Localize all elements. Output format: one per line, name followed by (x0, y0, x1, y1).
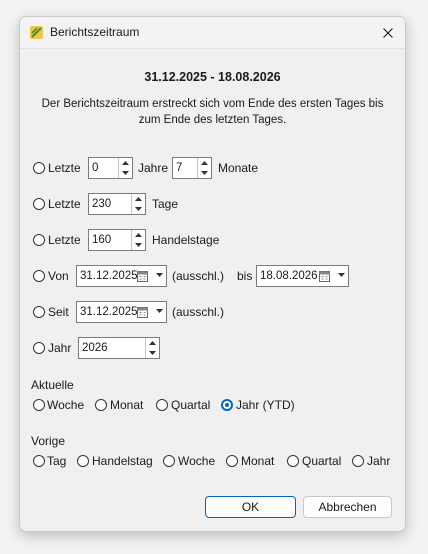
spin-down-icon[interactable] (119, 168, 132, 178)
description-line-1: Der Berichtszeitraum erstreckt sich vom … (41, 98, 384, 110)
months-spinner[interactable]: 7 (172, 157, 212, 179)
from-exclusive: (ausschl.) (172, 269, 225, 283)
label-year[interactable]: Jahr (48, 341, 71, 355)
previous-day-label[interactable]: Tag (47, 454, 66, 468)
since-date-picker[interactable]: 31.12.2025 (76, 301, 167, 323)
days-value[interactable]: 230 (92, 198, 111, 210)
close-icon (383, 27, 393, 38)
radio-current-quarter[interactable] (156, 399, 168, 411)
months-value[interactable]: 7 (176, 162, 182, 174)
from-date-picker[interactable]: 31.12.2025 (76, 265, 167, 287)
chevron-down-icon[interactable] (156, 309, 163, 313)
spin-up-icon[interactable] (146, 338, 159, 348)
current-week-label[interactable]: Woche (47, 398, 84, 412)
radio-previous-quarter[interactable] (287, 455, 299, 467)
previous-trading-day-label[interactable]: Handelstag (92, 454, 153, 468)
years-spinner[interactable]: 0 (88, 157, 133, 179)
label-to: bis (237, 269, 253, 283)
previous-year-label[interactable]: Jahr (367, 454, 390, 468)
to-date-value[interactable]: 18.08.2026 (260, 270, 318, 282)
spin-up-icon[interactable] (132, 230, 145, 240)
label-last-1[interactable]: Letzte (48, 161, 81, 175)
previous-month-label[interactable]: Monat (241, 454, 274, 468)
previous-section-title: Vorige (31, 434, 66, 448)
current-month-label[interactable]: Monat (110, 398, 143, 412)
radio-last-years-months[interactable] (33, 162, 45, 174)
to-date-picker[interactable]: 18.08.2026 (256, 265, 349, 287)
radio-current-month[interactable] (95, 399, 107, 411)
description-line-2: zum Ende des letzten Tages. (138, 114, 287, 126)
radio-previous-month[interactable] (226, 455, 238, 467)
period-heading: 31.12.2025 - 18.08.2026 (144, 70, 281, 84)
current-section-title: Aktuelle (31, 378, 74, 392)
radio-from-to[interactable] (33, 270, 45, 282)
from-date-value[interactable]: 31.12.2025 (80, 270, 138, 282)
period-description: Der Berichtszeitraum erstreckt sich vom … (30, 96, 395, 128)
radio-previous-week[interactable] (163, 455, 175, 467)
trading-days-spinner[interactable]: 160 (88, 229, 146, 251)
since-exclusive: (ausschl.) (172, 305, 225, 319)
app-icon (30, 26, 43, 39)
close-button[interactable] (371, 17, 405, 48)
calendar-icon[interactable] (319, 270, 330, 282)
dialog-window: Berichtszeitraum 31.12.2025 - 18.08.2026… (19, 16, 406, 532)
radio-previous-day[interactable] (33, 455, 45, 467)
previous-quarter-label[interactable]: Quartal (302, 454, 341, 468)
trading-days-unit: Handelstage (152, 233, 220, 247)
window-title: Berichtszeitraum (50, 25, 140, 39)
years-unit: Jahre (138, 161, 169, 175)
cancel-button[interactable]: Abbrechen (303, 496, 392, 518)
year-spinner[interactable]: 2026 (78, 337, 160, 359)
days-unit: Tage (152, 197, 179, 211)
spin-down-icon[interactable] (132, 204, 145, 214)
label-from[interactable]: Von (48, 269, 69, 283)
spin-up-icon[interactable] (132, 194, 145, 204)
current-quarter-label[interactable]: Quartal (171, 398, 210, 412)
spin-up-icon[interactable] (119, 158, 132, 168)
title-bar: Berichtszeitraum (20, 17, 405, 49)
since-date-value[interactable]: 31.12.2025 (80, 306, 138, 318)
calendar-icon[interactable] (137, 306, 148, 318)
year-value[interactable]: 2026 (82, 342, 108, 354)
label-last-3[interactable]: Letzte (48, 233, 81, 247)
radio-previous-trading-day[interactable] (77, 455, 89, 467)
calendar-icon[interactable] (137, 270, 148, 282)
current-year-ytd-label[interactable]: Jahr (YTD) (236, 398, 295, 412)
spin-down-icon[interactable] (198, 168, 211, 178)
months-unit: Monate (218, 161, 259, 175)
chevron-down-icon[interactable] (156, 273, 163, 277)
trading-days-value[interactable]: 160 (92, 234, 111, 246)
radio-previous-year[interactable] (352, 455, 364, 467)
previous-week-label[interactable]: Woche (178, 454, 215, 468)
days-spinner[interactable]: 230 (88, 193, 146, 215)
years-value[interactable]: 0 (92, 162, 98, 174)
label-last-2[interactable]: Letzte (48, 197, 81, 211)
spin-down-icon[interactable] (146, 348, 159, 358)
radio-current-year-ytd[interactable] (221, 399, 233, 411)
radio-last-days[interactable] (33, 198, 45, 210)
spin-up-icon[interactable] (198, 158, 211, 168)
radio-last-trading-days[interactable] (33, 234, 45, 246)
radio-current-week[interactable] (33, 399, 45, 411)
spin-down-icon[interactable] (132, 240, 145, 250)
label-since[interactable]: Seit (48, 305, 69, 319)
radio-since[interactable] (33, 306, 45, 318)
radio-year[interactable] (33, 342, 45, 354)
ok-button[interactable]: OK (205, 496, 296, 518)
chevron-down-icon[interactable] (338, 273, 345, 277)
